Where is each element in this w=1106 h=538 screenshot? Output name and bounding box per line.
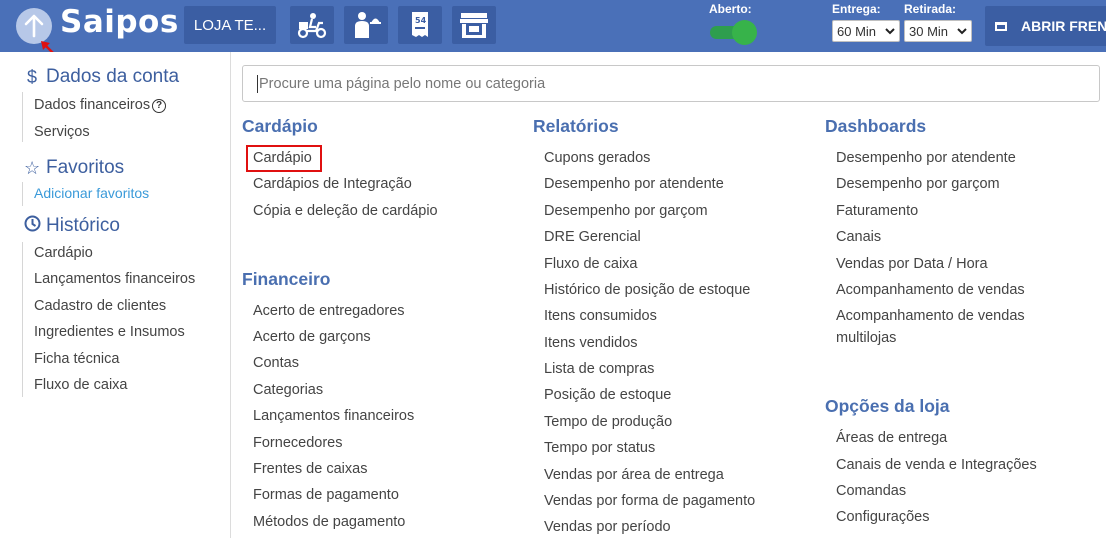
menu-link[interactable]: Desempenho por garçom (544, 200, 708, 222)
pickup-time-value: 30 Min (909, 23, 949, 39)
sidebar-history-item[interactable]: Cadastro de clientes (34, 298, 166, 314)
storefront-icon[interactable] (452, 6, 496, 44)
menu-link[interactable]: Canais de venda e Integrações (836, 454, 1037, 476)
section-divider (22, 92, 23, 142)
pickup-time-select[interactable]: 30 Min (904, 20, 972, 42)
search-placeholder: Procure uma página pelo nome ou categori… (259, 75, 546, 92)
menu-link[interactable]: Frentes de caixas (253, 458, 367, 480)
menu-link[interactable]: Vendas por período (544, 516, 671, 538)
menu-link[interactable]: Cupons gerados (544, 147, 650, 169)
menu-link[interactable]: Lista de compras (544, 358, 654, 380)
menu-link[interactable]: Métodos de pagamento (253, 511, 405, 533)
menu-link[interactable]: Vendas por Data / Hora (836, 253, 988, 275)
menu-link[interactable]: Posição de estoque (544, 384, 671, 406)
menu-link[interactable]: Faturamento (836, 200, 918, 222)
category-title-opcoes: Opções da loja (825, 396, 950, 416)
account-title-text: Dados da conta (46, 66, 180, 87)
favorites-title-text: Favoritos (46, 157, 125, 178)
delivery-scooter-icon[interactable] (290, 6, 334, 44)
delivery-time-label: Entrega: (832, 2, 881, 16)
menu-link[interactable]: Canais (836, 226, 881, 248)
menu-link[interactable]: Acerto de entregadores (253, 300, 405, 322)
menu-link[interactable]: Contas (253, 352, 299, 374)
open-status-label: Aberto: (709, 2, 752, 16)
menu-link[interactable]: Categorias (253, 379, 323, 401)
menu-link[interactable]: Cardápios de Integração (253, 173, 412, 195)
help-icon[interactable]: ? (152, 98, 167, 113)
menu-link[interactable]: Desempenho por atendente (544, 173, 724, 195)
sidebar-item-dados-financeiros[interactable]: Dados financeiros? (34, 97, 167, 113)
menu-link[interactable]: Configurações (836, 506, 930, 528)
waiter-icon[interactable] (344, 6, 388, 44)
svg-text:54: 54 (415, 16, 427, 25)
sidebar-history-item[interactable]: Ficha técnica (34, 351, 119, 367)
star-icon: ☆ (24, 157, 41, 178)
open-toggle[interactable] (710, 20, 757, 45)
sidebar-history-item[interactable]: Fluxo de caixa (34, 377, 128, 393)
category-title-cardapio: Cardápio (242, 116, 318, 136)
menu-link[interactable]: Acerto de garçons (253, 326, 371, 348)
menu-link[interactable]: Fluxo de caixa (544, 253, 638, 275)
register-icon (995, 21, 1007, 31)
pickup-time-label: Retirada: (904, 2, 957, 16)
menu-link[interactable]: Acompanhamento de vendas (836, 279, 1025, 301)
sidebar-history-item[interactable]: Cardápio (34, 245, 93, 261)
red-highlight-box (246, 145, 322, 172)
chevron-down-icon (957, 28, 967, 35)
menu-link[interactable]: Histórico de posição de estoque (544, 279, 750, 301)
menu-link[interactable]: Tempo de produção (544, 411, 672, 433)
app-logo[interactable]: Saipos (60, 4, 179, 40)
sidebar-history-item[interactable]: Lançamentos financeiros (34, 271, 195, 287)
sidebar-item-servicos[interactable]: Serviços (34, 124, 90, 140)
favorites-section-title: ☆ Favoritos (24, 157, 124, 179)
menu-link[interactable]: Fornecedores (253, 432, 342, 454)
menu-link[interactable]: Desempenho por atendente (836, 147, 1016, 169)
delivery-time-value: 60 Min (837, 23, 877, 39)
menu-link[interactable]: Desempenho por garçom (836, 173, 1000, 195)
menu-link[interactable]: Formas de pagamento (253, 484, 399, 506)
menu-link[interactable]: Cópia e deleção de cardápio (253, 200, 438, 222)
menu-link[interactable]: DRE Gerencial (544, 226, 641, 248)
store-selector-button[interactable]: LOJA TE... (184, 6, 276, 44)
category-title-relatorios: Relatórios (533, 116, 619, 136)
order-slip-icon[interactable]: 54 (398, 6, 442, 44)
history-section-title: Histórico (24, 215, 120, 237)
menu-link[interactable]: Acompanhamento de vendas multilojas (836, 305, 1076, 349)
menu-link[interactable]: Comandas (836, 480, 906, 502)
menu-link[interactable]: Tempo por status (544, 437, 655, 459)
chevron-down-icon (885, 28, 895, 35)
category-title-dashboards: Dashboards (825, 116, 927, 136)
clock-icon (24, 215, 41, 237)
delivery-time-select[interactable]: 60 Min (832, 20, 900, 42)
history-title-text: Histórico (46, 215, 120, 236)
section-divider (22, 182, 23, 206)
menu-link[interactable]: Itens consumidos (544, 305, 657, 327)
sidebar-history-item[interactable]: Ingredientes e Insumos (34, 324, 185, 340)
toggle-knob (732, 20, 757, 45)
menu-link[interactable]: Áreas de entrega (836, 427, 947, 449)
sidebar-item-label: Dados financeiros (34, 97, 151, 113)
sidebar: $ Dados da conta Dados financeiros? Serv… (0, 52, 231, 538)
text-caret (257, 74, 258, 93)
account-section-title: $ Dados da conta (24, 66, 179, 88)
menu-link[interactable]: Lançamentos financeiros (253, 405, 414, 427)
search-input[interactable]: Procure uma página pelo nome ou categori… (242, 65, 1100, 102)
open-register-label: ABRIR FREN (1021, 18, 1106, 34)
open-register-button[interactable]: ABRIR FREN (985, 6, 1106, 46)
dollar-icon: $ (26, 66, 37, 87)
category-title-financeiro: Financeiro (242, 269, 331, 289)
add-favorites-link[interactable]: Adicionar favoritos (34, 185, 149, 201)
top-bar: Saipos LOJA TE... 54 Aberto: Entrega: 60… (0, 0, 1106, 52)
menu-link[interactable]: Itens vendidos (544, 332, 638, 354)
menu-link[interactable]: Vendas por área de entrega (544, 464, 724, 486)
section-divider (22, 242, 23, 397)
menu-link[interactable]: Vendas por forma de pagamento (544, 490, 755, 512)
